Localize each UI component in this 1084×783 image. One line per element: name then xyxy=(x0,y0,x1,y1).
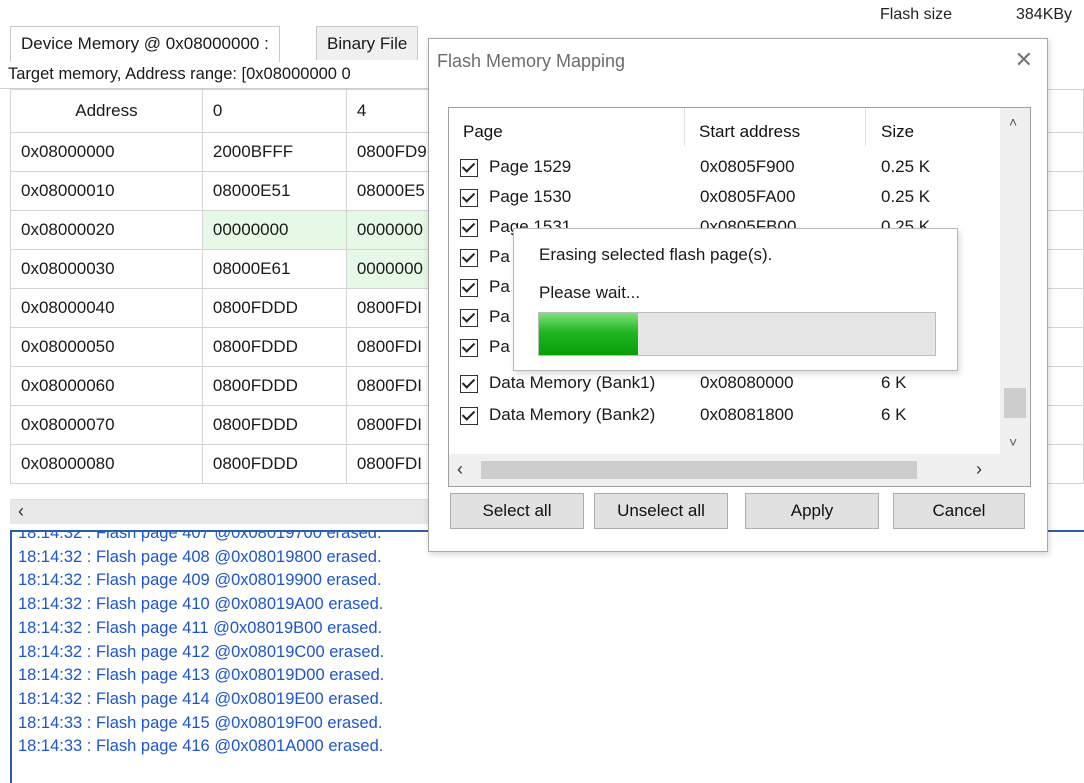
checkbox-checked-icon[interactable] xyxy=(460,189,478,207)
checkbox-checked-icon[interactable] xyxy=(460,309,478,327)
list-item[interactable]: Page 1529 0x0805F900 0.25 K xyxy=(449,154,997,184)
column-header-page[interactable]: Page xyxy=(463,122,503,142)
start-address: 0x0805F900 xyxy=(700,157,795,176)
page-size: 6 K xyxy=(881,373,907,392)
chevron-down-icon[interactable]: ˅ xyxy=(1009,434,1017,450)
close-icon[interactable]: ✕ xyxy=(1015,47,1033,73)
value-cell[interactable]: 08000E61 xyxy=(201,249,347,289)
progress-bar-fill xyxy=(539,313,638,355)
address-cell[interactable]: 0x08000080 xyxy=(10,444,203,484)
page-name: Pa xyxy=(489,307,510,326)
page-size: 6 K xyxy=(881,405,907,424)
value-cell[interactable]: 2000BFFF xyxy=(201,132,347,172)
list-vertical-scrollbar[interactable]: ˄ ˅ xyxy=(1000,108,1030,454)
list-horizontal-scrollbar[interactable]: ‹ › xyxy=(449,454,1030,486)
log-panel: 18:14:32 : Flash page 407 @0x08019700 er… xyxy=(10,530,1084,783)
address-cell[interactable]: 0x08000070 xyxy=(10,405,203,445)
page-name: Data Memory (Bank2) xyxy=(489,405,656,424)
page-name: Page 1529 xyxy=(489,157,572,176)
address-cell[interactable]: 0x08000030 xyxy=(10,249,203,289)
progress-bar xyxy=(538,312,936,356)
chevron-up-icon[interactable]: ˄ xyxy=(1009,114,1017,130)
column-header-address[interactable]: Address xyxy=(10,89,203,133)
value-cell[interactable]: 0800FDDD xyxy=(201,444,347,484)
target-memory-range: Target memory, Address range: [0x0800000… xyxy=(0,60,448,89)
log-line: 18:14:32 : Flash page 412 @0x08019C00 er… xyxy=(18,642,385,661)
flash-size-value: 384KBy xyxy=(1016,6,1073,23)
page-name: Data Memory (Bank1) xyxy=(489,373,656,392)
flash-size-label: Flash size xyxy=(880,6,953,23)
chevron-right-icon[interactable]: › xyxy=(976,459,982,480)
log-line: 18:14:32 : Flash page 411 @0x08019B00 er… xyxy=(18,618,383,637)
apply-button[interactable]: Apply xyxy=(745,493,879,529)
log-line: 18:14:32 : Flash page 413 @0x08019D00 er… xyxy=(18,666,385,685)
scroll-thumb[interactable] xyxy=(481,461,917,479)
page-name: Pa xyxy=(489,337,510,356)
address-cell[interactable]: 0x08000050 xyxy=(10,327,203,367)
erase-progress-popup: Erasing selected flash page(s). Please w… xyxy=(513,228,958,371)
table-horizontal-scrollbar[interactable]: ‹ xyxy=(10,499,440,524)
log-line: 18:14:32 : Flash page 409 @0x08019900 er… xyxy=(18,571,382,590)
checkbox-checked-icon[interactable] xyxy=(460,219,478,237)
scroll-thumb[interactable] xyxy=(1004,388,1026,418)
list-item[interactable]: Page 1530 0x0805FA00 0.25 K xyxy=(449,184,997,214)
start-address: 0x0805FA00 xyxy=(700,187,796,206)
progress-wait-text: Please wait... xyxy=(539,283,641,302)
value-cell[interactable]: 0800FDDD xyxy=(201,327,347,367)
checkbox-checked-icon[interactable] xyxy=(460,279,478,297)
column-header-start-address[interactable]: Start address xyxy=(699,122,800,142)
start-address: 0x08081800 xyxy=(700,405,794,424)
value-cell[interactable]: 0800FDDD xyxy=(201,288,347,328)
cancel-button[interactable]: Cancel xyxy=(893,493,1025,529)
value-cell[interactable]: 0800FDDD xyxy=(201,366,347,406)
checkbox-checked-icon[interactable] xyxy=(460,159,478,177)
tab-device-memory[interactable]: Device Memory @ 0x08000000 : xyxy=(10,26,280,62)
column-header-offset-0[interactable]: 0 xyxy=(201,89,347,133)
address-cell[interactable]: 0x08000060 xyxy=(10,366,203,406)
unselect-all-button[interactable]: Unselect all xyxy=(594,493,728,529)
page-name: Page 1530 xyxy=(489,187,572,206)
address-cell[interactable]: 0x08000040 xyxy=(10,288,203,328)
checkbox-checked-icon[interactable] xyxy=(460,249,478,267)
checkbox-checked-icon[interactable] xyxy=(460,407,478,425)
dialog-title: Flash Memory Mapping xyxy=(437,51,626,71)
column-divider xyxy=(684,108,685,146)
address-cell[interactable]: 0x08000000 xyxy=(10,132,203,172)
list-item[interactable]: Data Memory (Bank2) 0x08081800 6 K xyxy=(449,402,997,432)
log-line: 18:14:32 : Flash page 410 @0x08019A00 er… xyxy=(18,595,384,614)
address-cell[interactable]: 0x08000010 xyxy=(10,171,203,211)
log-line: 18:14:32 : Flash page 414 @0x08019E00 er… xyxy=(18,689,384,708)
column-divider xyxy=(865,108,866,146)
value-cell[interactable]: 08000E51 xyxy=(201,171,347,211)
page-size: 0.25 K xyxy=(881,187,931,206)
checkbox-checked-icon[interactable] xyxy=(460,339,478,357)
chevron-left-icon[interactable]: ‹ xyxy=(18,501,24,522)
start-address: 0x08080000 xyxy=(700,373,794,392)
progress-message: Erasing selected flash page(s). xyxy=(539,245,773,264)
page-name: Pa xyxy=(489,277,510,296)
log-line: 18:14:33 : Flash page 415 @0x08019F00 er… xyxy=(18,713,383,732)
chevron-left-icon[interactable]: ‹ xyxy=(457,459,463,480)
value-cell[interactable]: 0800FDDD xyxy=(201,405,347,445)
log-line: 18:14:33 : Flash page 416 @0x0801A000 er… xyxy=(18,737,384,756)
address-cell[interactable]: 0x08000020 xyxy=(10,210,203,250)
column-header-size[interactable]: Size xyxy=(881,122,914,142)
tab-binary-file[interactable]: Binary File xyxy=(316,26,419,60)
select-all-button[interactable]: Select all xyxy=(450,493,584,529)
value-cell-modified[interactable]: 00000000 xyxy=(201,210,347,250)
page-name: Pa xyxy=(489,247,510,266)
page-size: 0.25 K xyxy=(881,157,931,176)
list-item[interactable]: Data Memory (Bank1) 0x08080000 6 K xyxy=(449,370,997,400)
checkbox-checked-icon[interactable] xyxy=(460,375,478,393)
